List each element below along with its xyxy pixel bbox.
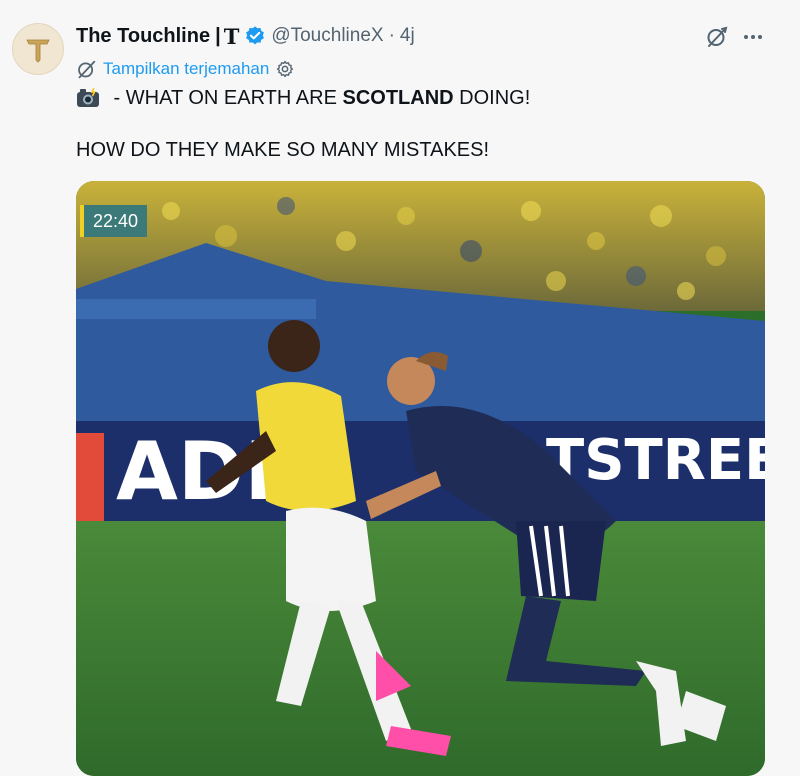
tweet: The Touchline | T @TouchlineX · 4j Tampi… (0, 0, 800, 776)
tweet-text-suffix: DOING! (453, 86, 531, 109)
tweet-media-image[interactable]: ADI TSTREE 22:40 (76, 181, 765, 776)
post-time[interactable]: 4j (400, 25, 415, 47)
translate-row[interactable]: Tampilkan terjemahan (76, 57, 295, 81)
author-handle[interactable]: @TouchlineX (271, 25, 383, 47)
show-translation-link[interactable]: Tampilkan terjemahan (103, 59, 269, 79)
grok-button[interactable] (704, 24, 730, 50)
board-text-right: TSTREE (546, 428, 765, 493)
author-display-name[interactable]: The Touchline (76, 25, 210, 48)
verified-badge-icon[interactable] (244, 25, 266, 47)
touchline-logo-icon (26, 39, 50, 63)
tweet-text-prefix: - WHAT ON EARTH ARE (108, 86, 343, 109)
tweet-text-bold: SCOTLAND (342, 86, 454, 109)
tweet-header: The Touchline | T @TouchlineX · 4j (76, 22, 415, 50)
board-text-left: ADI (116, 425, 274, 518)
avatar[interactable] (12, 23, 64, 75)
camera-flash-icon (77, 87, 99, 107)
more-icon (744, 35, 762, 39)
grok-icon (78, 60, 96, 78)
name-badge-glyph: T (223, 23, 240, 49)
name-separator: | (215, 24, 221, 47)
match-clock: 22:40 (80, 205, 148, 237)
tweet-text-line-2: HOW DO THEY MAKE SO MANY MISTAKES! (76, 139, 490, 161)
tweet-text-line-1: - WHAT ON EARTH ARE SCOTLAND DOING! (76, 86, 530, 110)
grok-icon (707, 26, 728, 47)
gear-icon[interactable] (275, 59, 295, 79)
football-scene-illustration: ADI TSTREE (76, 181, 765, 776)
time-separator: · (388, 25, 395, 46)
more-button[interactable] (740, 24, 766, 50)
